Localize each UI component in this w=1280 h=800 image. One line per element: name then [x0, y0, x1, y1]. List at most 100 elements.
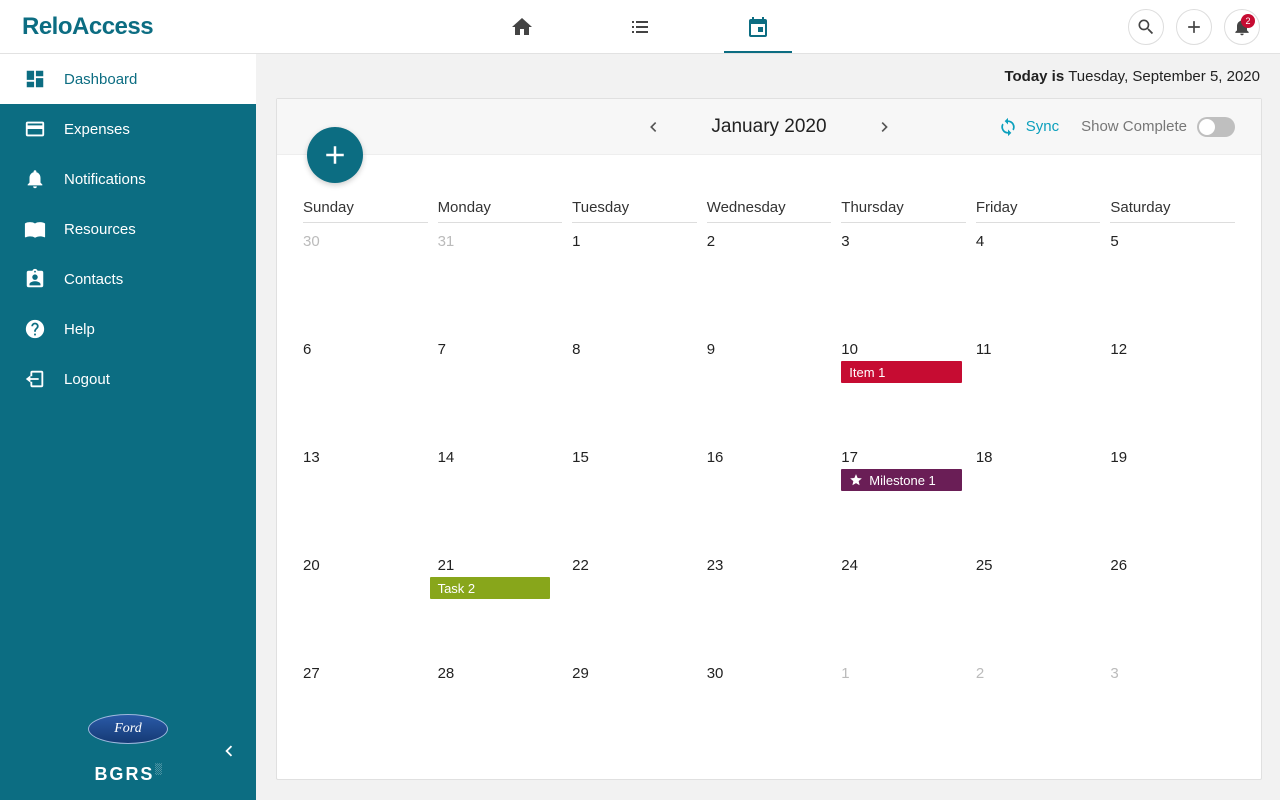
calendar-week: 303112345	[303, 229, 1235, 337]
calendar-day[interactable]: 17	[841, 445, 966, 553]
top-right-actions: 2	[1128, 9, 1260, 45]
calendar-day[interactable]: 3	[1110, 661, 1235, 769]
search-button[interactable]	[1128, 9, 1164, 45]
plus-icon	[1184, 17, 1204, 37]
sidebar-label: Resources	[64, 221, 136, 238]
help-icon	[24, 318, 46, 340]
calendar-day[interactable]: 10	[841, 337, 966, 445]
day-header: Thursday	[841, 199, 966, 223]
nav-calendar[interactable]	[734, 0, 782, 53]
plus-icon	[320, 140, 350, 170]
sidebar-item-logout[interactable]: Logout	[0, 354, 256, 404]
add-button[interactable]	[1176, 9, 1212, 45]
logout-icon	[24, 368, 46, 390]
sidebar-item-expenses[interactable]: Expenses	[0, 104, 256, 154]
calendar-day[interactable]: 22	[572, 553, 697, 661]
calendar-day[interactable]: 2	[707, 229, 832, 337]
day-header: Tuesday	[572, 199, 697, 223]
day-headers: Sunday Monday Tuesday Wednesday Thursday Frid…	[303, 199, 1235, 223]
calendar-day[interactable]: 9	[707, 337, 832, 445]
today-strip: Today is Tuesday, September 5, 2020	[256, 54, 1280, 98]
today-date: Tuesday, September 5, 2020	[1068, 68, 1260, 85]
calendar-day[interactable]: 21	[438, 553, 563, 661]
show-complete-toggle[interactable]	[1197, 117, 1235, 137]
calendar-day[interactable]: 25	[976, 553, 1101, 661]
sidebar-item-contacts[interactable]: Contacts	[0, 254, 256, 304]
bell-icon	[24, 168, 46, 190]
calendar-day[interactable]: 15	[572, 445, 697, 553]
chevron-left-icon	[218, 740, 240, 762]
book-icon	[24, 218, 46, 240]
calendar-day[interactable]: 14	[438, 445, 563, 553]
calendar-grid: Sunday Monday Tuesday Wednesday Thursday Frid…	[277, 155, 1261, 779]
sync-icon	[998, 117, 1018, 137]
calendar-day[interactable]: 2	[976, 661, 1101, 769]
day-header: Wednesday	[707, 199, 832, 223]
notifications-button[interactable]: 2	[1224, 9, 1260, 45]
calendar-day[interactable]: 3	[841, 229, 966, 337]
card-icon	[24, 118, 46, 140]
calendar-day[interactable]: 1	[841, 661, 966, 769]
sidebar-collapse-button[interactable]	[218, 740, 240, 767]
sidebar-label: Expenses	[64, 121, 130, 138]
top-nav	[498, 0, 782, 53]
nav-home[interactable]	[498, 0, 546, 53]
sidebar-label: Dashboard	[64, 71, 137, 88]
chevron-left-icon[interactable]	[643, 117, 663, 137]
day-header: Saturday	[1110, 199, 1235, 223]
sidebar-item-help[interactable]: Help	[0, 304, 256, 354]
today-prefix: Today is	[1004, 68, 1064, 85]
bgrs-logo: BGRS░	[0, 764, 256, 785]
event-task2[interactable]: Task 2	[430, 577, 551, 599]
show-complete-control: Show Complete	[1081, 117, 1235, 137]
app-logo: ReloAccess	[22, 13, 153, 41]
event-milestone1[interactable]: Milestone 1	[841, 469, 962, 491]
weeks: 3031123456789101112Item 113141516171819M…	[303, 229, 1235, 769]
add-event-fab[interactable]	[307, 127, 363, 183]
calendar-day[interactable]: 16	[707, 445, 832, 553]
sidebar-item-resources[interactable]: Resources	[0, 204, 256, 254]
calendar-day[interactable]: 5	[1110, 229, 1235, 337]
calendar-day[interactable]: 4	[976, 229, 1101, 337]
calendar-day[interactable]: 30	[707, 661, 832, 769]
sidebar-label: Contacts	[64, 271, 123, 288]
calendar-day[interactable]: 20	[303, 553, 428, 661]
calendar-day[interactable]: 30	[303, 229, 428, 337]
event-item1[interactable]: Item 1	[841, 361, 962, 383]
calendar-day[interactable]: 26	[1110, 553, 1235, 661]
nav-list[interactable]	[616, 0, 664, 53]
sidebar-item-dashboard[interactable]: Dashboard	[0, 54, 256, 104]
sidebar-item-notifications[interactable]: Notifications	[0, 154, 256, 204]
calendar-card: January 2020 Sync Show Complete Sunday Mo…	[276, 98, 1262, 780]
calendar-day[interactable]: 19	[1110, 445, 1235, 553]
calendar-day[interactable]: 13	[303, 445, 428, 553]
chevron-right-icon[interactable]	[875, 117, 895, 137]
calendar-day[interactable]: 8	[572, 337, 697, 445]
calendar-day[interactable]: 6	[303, 337, 428, 445]
day-header: Monday	[438, 199, 563, 223]
calendar-day[interactable]: 31	[438, 229, 563, 337]
calendar-day[interactable]: 12	[1110, 337, 1235, 445]
clipboard-icon	[24, 268, 46, 290]
calendar-day[interactable]: 23	[707, 553, 832, 661]
calendar-week: 20212223242526 Task 2	[303, 553, 1235, 661]
calendar-day[interactable]: 1	[572, 229, 697, 337]
calendar-day[interactable]: 11	[976, 337, 1101, 445]
sidebar-label: Notifications	[64, 171, 146, 188]
calendar-day[interactable]: 24	[841, 553, 966, 661]
sidebar-label: Logout	[64, 371, 110, 388]
calendar-day[interactable]: 29	[572, 661, 697, 769]
day-header: Friday	[976, 199, 1101, 223]
sidebar-footer: Ford BGRS░	[0, 714, 256, 785]
calendar-day[interactable]: 7	[438, 337, 563, 445]
calendar-icon	[746, 15, 770, 39]
calendar-day[interactable]: 28	[438, 661, 563, 769]
calendar-day[interactable]: 18	[976, 445, 1101, 553]
month-nav: January 2020	[643, 116, 894, 138]
home-icon	[510, 15, 534, 39]
calendar-day[interactable]: 27	[303, 661, 428, 769]
day-header: Sunday	[303, 199, 428, 223]
list-icon	[628, 15, 652, 39]
header-right: Sync Show Complete	[998, 117, 1235, 137]
sync-button[interactable]: Sync	[998, 117, 1059, 137]
